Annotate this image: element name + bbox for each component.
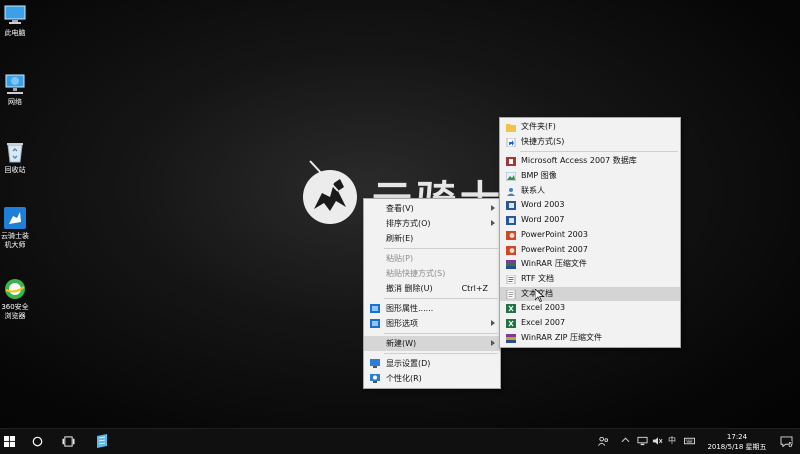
action-center-button[interactable]: 6 bbox=[774, 429, 800, 454]
menu-item-personalize[interactable]: 个性化(R) bbox=[364, 371, 500, 386]
submenu-item-shortcut[interactable]: 快捷方式(S) bbox=[500, 135, 680, 150]
excel-icon bbox=[506, 318, 516, 328]
desktop-icon-label: 网络 bbox=[8, 98, 22, 106]
desktop-icon-label: 360安全浏览器 bbox=[1, 303, 29, 320]
display-icon bbox=[370, 359, 380, 368]
360-browser-icon bbox=[5, 279, 25, 299]
computer-icon bbox=[4, 5, 26, 24]
desktop-icon-recycle-bin[interactable]: 回收站 bbox=[0, 140, 30, 175]
desktop-icon-network[interactable]: 网络 bbox=[0, 72, 30, 107]
chevron-right-icon bbox=[491, 340, 495, 346]
desktop-icon-label: 云骑士装机大师 bbox=[1, 232, 29, 249]
submenu-item-powerpoint-2003[interactable]: PowerPoint 2003 bbox=[500, 228, 680, 243]
winrar-icon bbox=[506, 260, 516, 270]
desktop-icon-this-pc[interactable]: 此电脑 bbox=[0, 3, 30, 38]
menu-item-graphics-properties[interactable]: 图形属性...... bbox=[364, 301, 500, 316]
menu-separator bbox=[384, 353, 498, 354]
personalize-icon bbox=[370, 374, 380, 383]
menu-item-paste[interactable]: 粘贴(P) bbox=[364, 251, 500, 266]
word-icon bbox=[506, 201, 516, 211]
graphics-icon bbox=[370, 304, 380, 313]
menu-separator bbox=[384, 298, 498, 299]
desktop-icon-label: 此电脑 bbox=[4, 29, 26, 37]
desktop[interactable]: 此电脑 网络 回收站 云骑士装机大师 360安全浏览器 查看(V) 排序方式(O… bbox=[0, 0, 800, 428]
bmp-icon bbox=[506, 172, 516, 182]
menu-item-sort-by[interactable]: 排序方式(O) bbox=[364, 216, 500, 231]
menu-item-undo-delete[interactable]: 撤消 删除(U) Ctrl+Z bbox=[364, 281, 500, 296]
task-view-button[interactable] bbox=[58, 429, 80, 454]
chevron-right-icon bbox=[491, 220, 495, 226]
powerpoint-icon bbox=[506, 230, 516, 240]
chevron-right-icon bbox=[491, 205, 495, 211]
start-button[interactable] bbox=[0, 429, 18, 454]
menu-item-graphics-options[interactable]: 图形选项 bbox=[364, 316, 500, 331]
menu-item-new[interactable]: 新建(W) bbox=[364, 336, 500, 351]
submenu-item-powerpoint-2007[interactable]: PowerPoint 2007 bbox=[500, 243, 680, 258]
windows-logo-icon bbox=[4, 436, 15, 447]
winrar-zip-icon bbox=[506, 333, 516, 343]
people-icon[interactable] bbox=[598, 436, 609, 449]
graphics-icon bbox=[370, 319, 380, 328]
word-icon bbox=[506, 216, 516, 226]
shortcut-icon bbox=[506, 137, 516, 147]
desktop-icon-yunqishi[interactable]: 云骑士装机大师 bbox=[0, 206, 30, 250]
submenu-item-folder[interactable]: 文件夹(F) bbox=[500, 120, 680, 135]
menu-separator bbox=[384, 248, 498, 249]
rtf-icon bbox=[506, 274, 516, 284]
text-document-icon bbox=[506, 289, 516, 299]
recycle-bin-icon bbox=[7, 143, 23, 163]
contact-icon bbox=[507, 187, 515, 196]
submenu-item-text-document[interactable]: 文本文档 bbox=[500, 286, 680, 302]
menu-item-view[interactable]: 查看(V) bbox=[364, 201, 500, 216]
submenu-item-contact[interactable]: 联系人 bbox=[500, 184, 680, 199]
notepad-app-icon bbox=[97, 434, 107, 448]
desktop-context-menu: 查看(V) 排序方式(O) 刷新(E) 粘贴(P) 粘贴快捷方式(S) 撤消 删… bbox=[363, 198, 501, 389]
submenu-item-word-2007[interactable]: Word 2007 bbox=[500, 213, 680, 228]
desktop-icon-360-browser[interactable]: 360安全浏览器 bbox=[0, 277, 30, 321]
submenu-item-excel-2007[interactable]: Excel 2007 bbox=[500, 316, 680, 331]
wallpaper-knight-logo bbox=[303, 160, 357, 224]
submenu-item-winrar-zip[interactable]: WinRAR ZIP 压缩文件 bbox=[500, 331, 680, 346]
volume-muted-icon[interactable] bbox=[652, 436, 663, 449]
menu-item-refresh[interactable]: 刷新(E) bbox=[364, 231, 500, 246]
submenu-separator bbox=[520, 151, 678, 153]
ime-indicator[interactable]: 中 bbox=[668, 436, 676, 446]
task-view-icon bbox=[62, 436, 75, 447]
taskbar-app-pinned[interactable] bbox=[90, 429, 114, 454]
submenu-item-bmp-image[interactable]: BMP 图像 bbox=[500, 169, 680, 184]
clock-date: 2018/5/18 星期五 bbox=[707, 443, 767, 451]
submenu-item-winrar[interactable]: WinRAR 压缩文件 bbox=[500, 257, 680, 272]
yunqishi-knight-icon bbox=[4, 207, 26, 229]
cortana-circle-icon bbox=[32, 436, 43, 447]
taskbar: 中 17:24 2018/5/18 星期五 6 bbox=[0, 428, 800, 454]
submenu-item-word-2003[interactable]: Word 2003 bbox=[500, 198, 680, 213]
notification-count-badge: 6 bbox=[788, 441, 793, 449]
taskbar-clock[interactable]: 17:24 2018/5/18 星期五 bbox=[702, 432, 772, 452]
access-icon bbox=[506, 157, 516, 167]
network-icon bbox=[5, 74, 25, 94]
folder-icon bbox=[506, 124, 516, 132]
clock-time: 17:24 bbox=[726, 433, 748, 441]
menu-item-paste-shortcut[interactable]: 粘贴快捷方式(S) bbox=[364, 266, 500, 281]
shortcut-label: Ctrl+Z bbox=[461, 284, 488, 293]
excel-icon bbox=[506, 304, 516, 314]
chevron-right-icon bbox=[491, 320, 495, 326]
menu-separator bbox=[384, 333, 498, 334]
new-submenu: 文件夹(F) 快捷方式(S) Microsoft Access 2007 数据库… bbox=[499, 117, 681, 349]
submenu-item-excel-2003[interactable]: Excel 2003 bbox=[500, 301, 680, 316]
search-button[interactable] bbox=[28, 429, 48, 454]
keyboard-icon[interactable] bbox=[684, 436, 695, 449]
submenu-item-rtf[interactable]: RTF 文档 bbox=[500, 272, 680, 287]
powerpoint-icon bbox=[506, 245, 516, 255]
submenu-item-access-2007[interactable]: Microsoft Access 2007 数据库 bbox=[500, 154, 680, 169]
mouse-cursor-icon bbox=[535, 289, 544, 302]
network-tray-icon[interactable] bbox=[637, 436, 648, 449]
desktop-icon-label: 回收站 bbox=[4, 166, 26, 174]
menu-item-display-settings[interactable]: 显示设置(D) bbox=[364, 356, 500, 371]
chevron-up-icon[interactable] bbox=[621, 436, 630, 447]
